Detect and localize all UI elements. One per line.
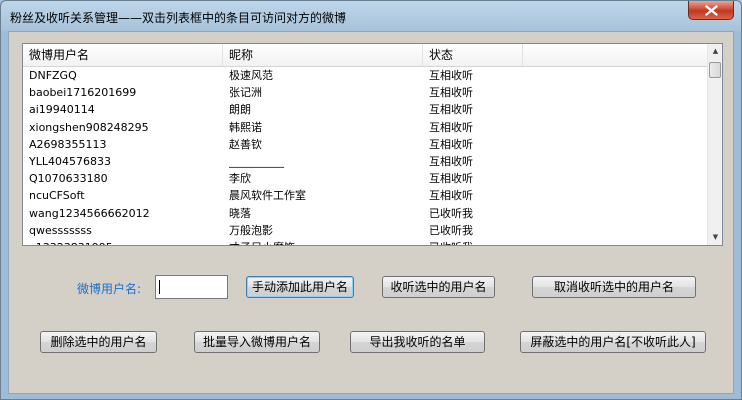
list-rows: DNFZGQ 极速风范 互相收听 baobei1716201699 张记洲 互相收听 ai1… (23, 67, 707, 245)
status-cell: 互相收听 (429, 86, 473, 100)
username-cell: qwesssssss (29, 223, 92, 237)
client-area: 微博用户名 昵称 状态 DNFZGQ 极速风范 互相收听 baobei17162016… (8, 31, 734, 394)
column-header-status[interactable]: 状态 (423, 44, 523, 66)
text-caret (159, 280, 160, 294)
username-input[interactable] (155, 275, 228, 299)
status-cell: 已收听我 (429, 223, 473, 237)
scroll-thumb[interactable] (709, 62, 721, 78)
status-cell: 互相收听 (429, 172, 473, 186)
batch-import-button[interactable]: 批量导入微博用户名 (194, 331, 320, 353)
close-button[interactable] (688, 1, 734, 20)
user-list-view[interactable]: 微博用户名 昵称 状态 DNFZGQ 极速风范 互相收听 baobei17162016… (22, 43, 723, 246)
username-cell: baobei1716201699 (29, 86, 137, 100)
column-header-filler (523, 44, 707, 66)
status-cell: 互相收听 (429, 120, 473, 134)
list-item[interactable]: DNFZGQ 极速风范 互相收听 (23, 67, 707, 84)
status-cell: 已收听我 (429, 239, 519, 245)
username-cell: wang1234566662012 (29, 206, 150, 220)
nickname-cell: 张记洲 (229, 86, 262, 100)
nickname-cell: 赵善钦 (229, 137, 262, 151)
nickname-cell: 晨风软件工作室 (229, 189, 306, 203)
list-item[interactable]: a13323831995 才子只小魔饰 已收听我 (23, 239, 707, 245)
username-cell: YLL404576833 (29, 154, 111, 168)
nickname-cell: 朗朗 (229, 103, 251, 117)
list-item[interactable]: YLL404576833 __________ 互相收听 (23, 153, 707, 170)
status-cell: 互相收听 (429, 69, 473, 82)
nickname-cell: 极速风范 (229, 69, 273, 82)
username-cell: A2698355113 (29, 137, 107, 151)
column-header-nickname[interactable]: 昵称 (223, 44, 423, 66)
list-item[interactable]: ai19940114 朗朗 互相收听 (23, 101, 707, 118)
list-item[interactable]: ncuCFSoft 晨风软件工作室 互相收听 (23, 187, 707, 204)
export-following-button[interactable]: 导出我收听的名单 (350, 331, 485, 353)
status-cell: 已收听我 (429, 206, 473, 220)
window-title: 粉丝及收听关系管理——双击列表框中的条目可访问对方的微博 (10, 11, 347, 25)
status-cell: 互相收听 (429, 189, 473, 203)
username-cell: a13323831995 (29, 239, 219, 245)
nickname-cell: 韩熙诺 (229, 120, 262, 134)
nickname-cell: 晓落 (229, 206, 251, 220)
username-cell: ncuCFSoft (29, 189, 85, 203)
username-label: 微博用户名: (77, 282, 142, 296)
main-window: 粉丝及收听关系管理——双击列表框中的条目可访问对方的微博 微博用户名 昵称 状态… (0, 0, 742, 400)
list-item[interactable]: qwesssssss 万般泡影 已收听我 (23, 222, 707, 239)
unfollow-selected-button[interactable]: 取消收听选中的用户名 (532, 276, 696, 298)
scroll-up-button[interactable]: ▲ (708, 44, 722, 59)
scroll-down-button[interactable]: ▼ (708, 230, 722, 245)
follow-selected-button[interactable]: 收听选中的用户名 (382, 276, 495, 298)
nickname-cell: __________ (229, 154, 284, 168)
list-item[interactable]: A2698355113 赵善钦 互相收听 (23, 136, 707, 153)
nickname-cell: 才子只小魔饰 (229, 239, 419, 245)
nickname-cell: 万般泡影 (229, 223, 273, 237)
list-header: 微博用户名 昵称 状态 (23, 44, 707, 67)
list-item[interactable]: baobei1716201699 张记洲 互相收听 (23, 84, 707, 101)
delete-selected-button[interactable]: 删除选中的用户名 (40, 331, 157, 353)
username-cell: DNFZGQ (29, 69, 77, 82)
status-cell: 互相收听 (429, 103, 473, 117)
nickname-cell: 李欣 (229, 172, 251, 186)
title-bar[interactable]: 粉丝及收听关系管理——双击列表框中的条目可访问对方的微博 (1, 1, 741, 31)
add-username-button[interactable]: 手动添加此用户名 (246, 276, 354, 298)
close-icon (705, 5, 718, 16)
list-item[interactable]: xiongshen908248295 韩熙诺 互相收听 (23, 119, 707, 136)
column-header-username[interactable]: 微博用户名 (23, 44, 223, 66)
username-cell: ai19940114 (29, 103, 95, 117)
username-cell: Q1070633180 (29, 172, 108, 186)
list-item[interactable]: wang1234566662012 晓落 已收听我 (23, 205, 707, 222)
status-cell: 互相收听 (429, 137, 473, 151)
vertical-scrollbar[interactable]: ▲ ▼ (707, 44, 722, 245)
status-cell: 互相收听 (429, 154, 473, 168)
block-selected-button[interactable]: 屏蔽选中的用户名[不收听此人] (520, 331, 706, 353)
list-item[interactable]: Q1070633180 李欣 互相收听 (23, 170, 707, 187)
username-cell: xiongshen908248295 (29, 120, 149, 134)
